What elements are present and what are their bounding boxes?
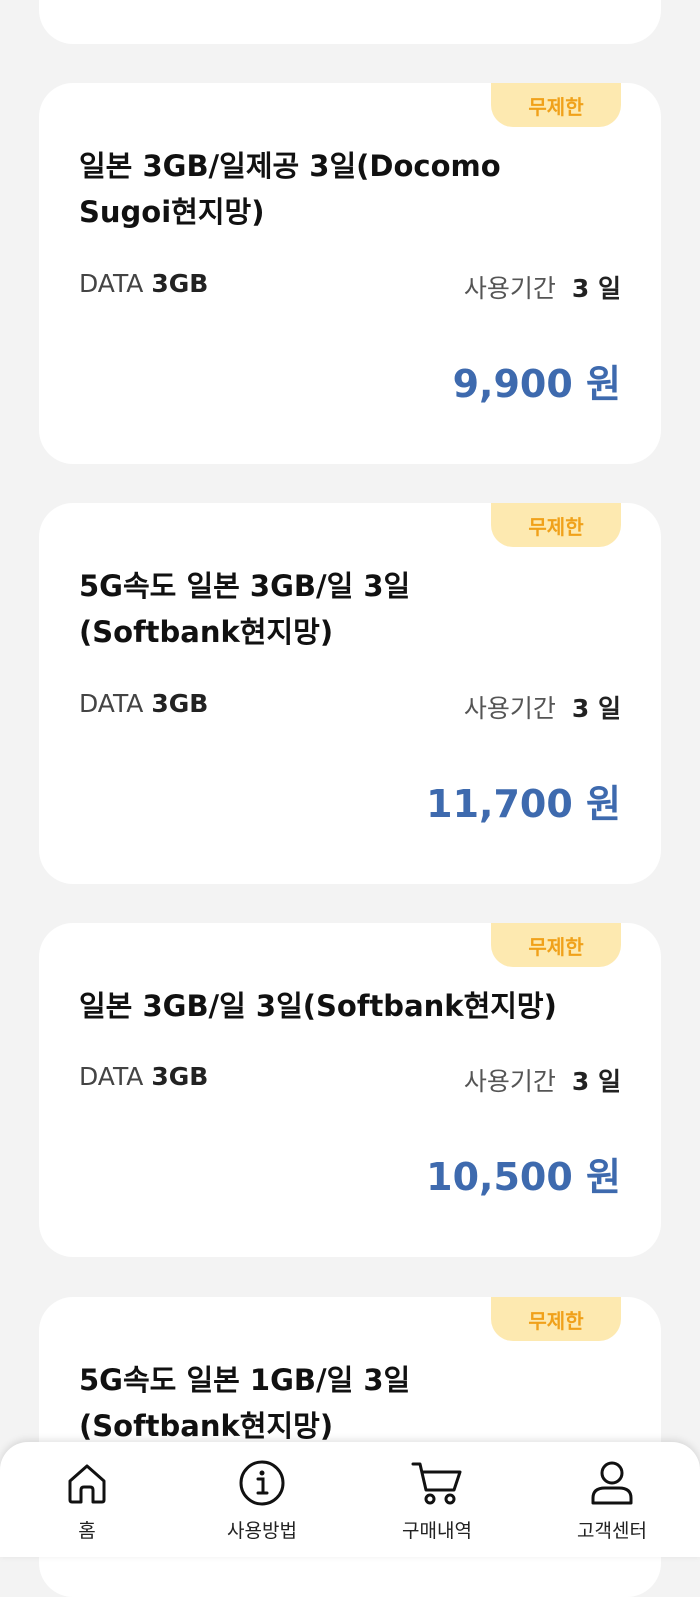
- product-price: 9,900 원: [452, 362, 621, 406]
- nav-label: 사용방법: [227, 1520, 297, 1542]
- product-card[interactable]: 무제한 일본 3GB/일제공 3일(Docomo Sugoi현지망) DATA …: [39, 83, 661, 464]
- data-label: DATA: [79, 689, 144, 718]
- product-price: 10,500 원: [426, 1155, 621, 1199]
- data-amount: DATA 3GB: [79, 689, 208, 718]
- nav-label: 고객센터: [577, 1520, 647, 1542]
- unlimited-badge: 무제한: [491, 923, 621, 967]
- period-label: 사용기간: [463, 694, 556, 723]
- data-amount: DATA 3GB: [79, 1062, 208, 1091]
- data-label: DATA: [79, 1062, 144, 1091]
- product-card-partial[interactable]: [39, 0, 661, 44]
- period-label: 사용기간: [463, 274, 556, 303]
- product-card[interactable]: 무제한 5G속도 일본 3GB/일 3일 (Softbank현지망) DATA …: [39, 503, 661, 884]
- nav-purchase-history[interactable]: 구매내역: [367, 1460, 507, 1543]
- usage-period: 사용기간 3 일: [464, 689, 621, 725]
- cart-icon: [411, 1462, 462, 1505]
- nav-home[interactable]: 홈: [17, 1460, 157, 1543]
- bottom-navigation: 홈 사용방법 구매내역 고객센터: [0, 1442, 700, 1557]
- data-value: 3GB: [151, 689, 209, 718]
- period-value: 3 일: [571, 1067, 621, 1096]
- product-title: 5G속도 일본 3GB/일 3일 (Softbank현지망): [79, 569, 411, 649]
- period-value: 3 일: [571, 274, 621, 303]
- unlimited-badge: 무제한: [491, 83, 621, 127]
- data-value: 3GB: [151, 1062, 209, 1091]
- nav-how-to-use[interactable]: 사용방법: [192, 1460, 332, 1543]
- nav-label: 홈: [78, 1520, 96, 1542]
- product-title: 일본 3GB/일 3일(Softbank현지망): [79, 989, 557, 1023]
- usage-period: 사용기간 3 일: [464, 1062, 621, 1098]
- home-icon: [68, 1464, 106, 1504]
- product-card[interactable]: 무제한 일본 3GB/일 3일(Softbank현지망) DATA 3GB 사용…: [39, 923, 661, 1257]
- period-value: 3 일: [571, 694, 621, 723]
- data-value: 3GB: [151, 269, 209, 298]
- info-icon: [239, 1460, 285, 1506]
- unlimited-badge: 무제한: [491, 503, 621, 547]
- unlimited-badge: 무제한: [491, 1297, 621, 1341]
- usage-period: 사용기간 3 일: [464, 269, 621, 305]
- nav-label: 구매내역: [402, 1520, 472, 1542]
- product-title: 5G속도 일본 1GB/일 3일 (Softbank현지망): [79, 1363, 411, 1443]
- product-title: 일본 3GB/일제공 3일(Docomo Sugoi현지망): [79, 149, 501, 229]
- nav-customer-center[interactable]: 고객센터: [542, 1460, 682, 1543]
- product-price: 11,700 원: [426, 782, 621, 826]
- data-amount: DATA 3GB: [79, 269, 208, 298]
- data-label: DATA: [79, 269, 144, 298]
- user-icon: [591, 1461, 633, 1505]
- period-label: 사용기간: [463, 1067, 556, 1096]
